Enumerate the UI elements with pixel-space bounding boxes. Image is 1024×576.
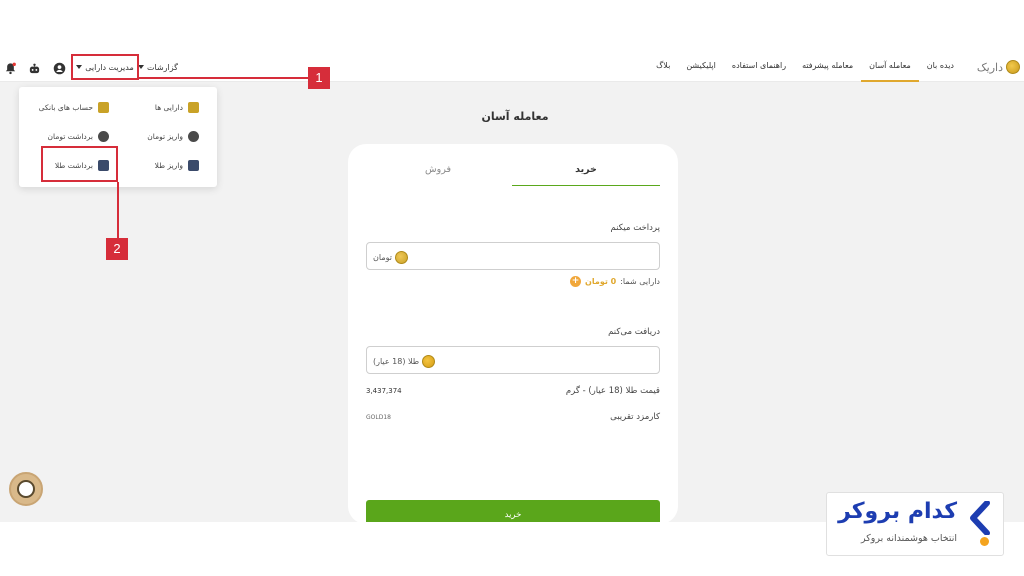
menu-item-deposit-toman[interactable]: واریز تومان [147,128,199,144]
deposit-toman-icon [188,130,199,142]
nav-links: دیده بان معامله آسان معامله پیشرفته راهن… [648,52,962,82]
balance-row: دارایی شما: 0 تومان + [570,275,660,287]
pay-currency-select[interactable]: تومان [366,242,660,270]
gold-coin-icon [422,354,436,368]
callout-badge-2: 2 [106,238,128,260]
menu-item-assets[interactable]: دارایی ها [155,99,199,115]
support-chat-button[interactable] [9,472,43,506]
callout-badge-1: 1 [308,67,330,89]
callout-line-1 [139,77,308,79]
wallet-icon [188,101,199,113]
receive-currency-label: طلا (18 عیار) [373,356,420,366]
menu-item-label: واریز طلا [154,160,183,170]
headset-icon [17,480,35,498]
notification-bell-icon[interactable] [4,60,17,75]
fee-value: GOLD18 [366,414,391,421]
gold-price-label: قیمت طلا (18 عیار) - گرم [565,386,660,396]
menu-item-deposit-gold[interactable]: واریز طلا [155,157,199,173]
tab-buy[interactable]: خرید [512,154,660,186]
trade-tabs: خرید فروش [364,154,660,186]
brand-chevron-icon [970,501,990,535]
menu-item-label: دارایی ها [154,102,183,112]
menu-item-label: واریز تومان [147,131,183,141]
nav-link-app[interactable]: اپلیکیشن [678,52,724,82]
nav-link-advanced-trade[interactable]: معامله پیشرفته [794,52,861,82]
logo-text: داریک [976,60,1003,74]
reports-menu[interactable]: گزارشات [138,56,178,78]
callout-highlight-2 [41,146,118,182]
menu-item-bank-accounts[interactable]: حساب های بانکی [39,99,109,115]
page-title: معامله آسان [481,110,549,123]
nav-link-blog[interactable]: بلاگ [648,52,678,82]
callout-highlight-1 [71,54,139,80]
receive-label: دریافت می‌کنم [608,327,660,337]
bank-card-icon [98,101,109,113]
brand-subtitle: انتخاب هوشمندانه بروکر [861,533,957,544]
logo[interactable]: داریک [977,58,1020,76]
nav-link-easy-trade[interactable]: معامله آسان [861,52,919,82]
menu-item-withdraw-toman[interactable]: برداشت تومان [48,128,109,144]
receive-currency-select[interactable]: طلا (18 عیار) [366,346,660,374]
trade-card: خرید فروش پرداخت میکنم تومان دارایی شما:… [348,144,678,522]
fee-label: کارمزد تقریبی [610,412,660,422]
user-avatar-icon[interactable] [53,60,66,75]
buy-button[interactable]: خرید [366,500,660,522]
gold-price-value: 3,437,374 [366,387,402,395]
pay-label: پرداخت میکنم [610,223,660,233]
withdraw-toman-icon [98,130,109,142]
tab-sell[interactable]: فروش [364,154,512,186]
balance-value: 0 تومان [585,276,617,286]
pay-currency-label: تومان [373,252,392,262]
brand-logo: کدام بروکر انتخاب هوشمندانه بروکر [826,492,1004,556]
callout-line-2 [117,182,119,238]
nav-link-watchlist[interactable]: دیده بان [919,52,962,82]
brand-dot-icon [980,537,989,546]
toman-coin-icon [394,250,408,264]
add-balance-icon[interactable]: + [570,275,582,287]
reports-label: گزارشات [147,62,178,72]
robot-icon[interactable] [28,60,41,74]
nav-link-guide[interactable]: راهنمای استفاده [724,52,794,82]
logo-icon [1006,60,1020,74]
deposit-gold-icon [188,159,199,171]
balance-label: دارایی شما: [620,276,660,286]
app-screen: داریک دیده بان معامله آسان معامله پیشرفت… [0,52,1024,522]
brand-title: کدام بروکر [838,499,957,524]
menu-item-label: برداشت تومان [47,131,93,141]
menu-item-label: حساب های بانکی [38,102,93,112]
